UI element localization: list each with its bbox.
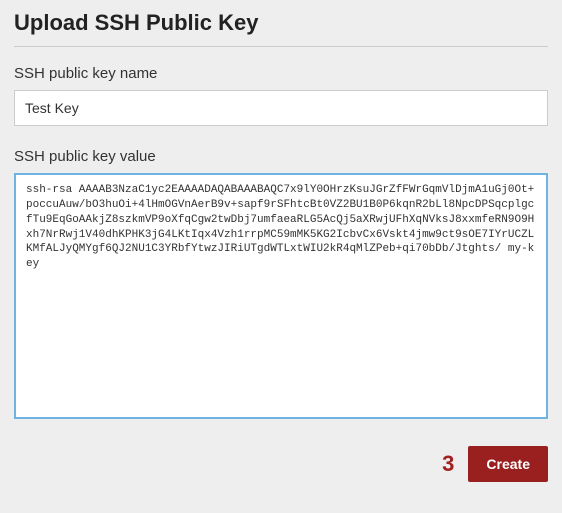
key-value-field-block: SSH public key value ssh-rsa AAAAB3NzaC1… (14, 148, 548, 424)
page-title: Upload SSH Public Key (14, 10, 548, 47)
key-name-label: SSH public key name (14, 65, 548, 82)
key-name-input[interactable] (14, 90, 548, 126)
key-value-textarea[interactable]: ssh-rsa AAAAB3NzaC1yc2EAAAADAQABAAABAQC7… (14, 173, 548, 419)
footer-row: 3 Create (14, 446, 548, 482)
create-button[interactable]: Create (468, 446, 548, 482)
key-name-field-block: SSH public key name (14, 65, 548, 126)
step-number: 3 (442, 451, 454, 477)
key-value-label: SSH public key value (14, 148, 548, 165)
